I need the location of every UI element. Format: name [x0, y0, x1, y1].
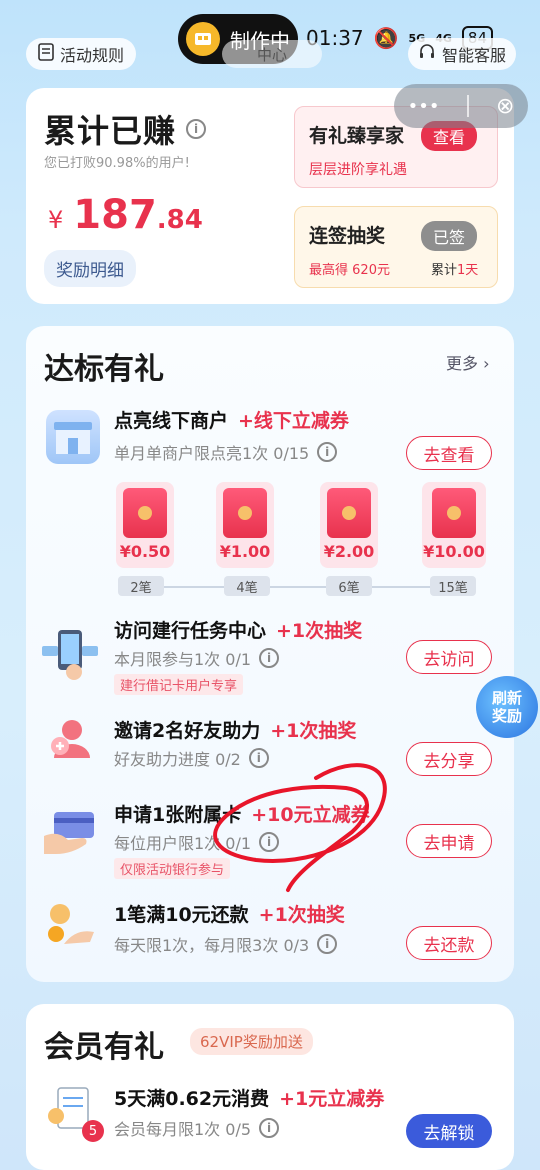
task-5-sub-text: 每天限1次，每月限3次 0/3: [114, 936, 310, 955]
info-icon[interactable]: i: [317, 442, 338, 462]
visit-button[interactable]: 去访问: [406, 640, 492, 674]
apply-button[interactable]: 去申请: [406, 824, 492, 858]
tasks-section-title: 达标有礼: [44, 352, 164, 387]
repay-button[interactable]: 去还款: [406, 926, 492, 960]
smart-service-label: 智能客服: [442, 46, 507, 65]
step-label: 4笔: [224, 576, 270, 596]
mute-icon: 🔕: [373, 26, 399, 50]
recorder-icon: [186, 22, 220, 56]
unlock-button[interactable]: 去解锁: [406, 1114, 492, 1148]
headset-icon: [418, 43, 436, 65]
miniprogram-capsule: ••• ⊗: [394, 84, 528, 128]
signed-button[interactable]: 已签: [421, 221, 478, 251]
lottery-total-days: 1天: [457, 263, 479, 278]
task-1-sub: 单月单商户限点亮1次 0/15 i: [114, 440, 338, 464]
center-tab[interactable]: 中心: [222, 40, 322, 68]
envelope-icon: [123, 488, 167, 538]
amount-decimal: .84: [156, 205, 203, 235]
info-icon[interactable]: i: [259, 1118, 280, 1138]
refresh-reward-button[interactable]: 刷新 奖励: [476, 676, 538, 738]
member-card: 会员有礼 62VIP奖励加送 5 5天满0.62元消费 +1元立减券 会员每月限…: [26, 1004, 514, 1170]
vip-bonus-tag: 62VIP奖励加送: [190, 1028, 313, 1055]
more-icon[interactable]: •••: [408, 96, 440, 117]
more-link[interactable]: 更多 ›: [446, 350, 490, 374]
amount-integer: 187: [73, 192, 157, 238]
store-icon: [46, 410, 100, 464]
envelope-value: ¥0.50: [119, 542, 171, 561]
progress-line: [118, 586, 464, 588]
lottery-total: 累计1天: [431, 259, 478, 278]
task-3-reward: +1次抽奖: [270, 720, 357, 742]
envelope-value: ¥10.00: [423, 542, 485, 561]
info-icon[interactable]: i: [259, 648, 280, 668]
task-2-tag: 建行借记卡用户专享: [114, 674, 244, 695]
member-task-reward: +1元立减券: [279, 1088, 385, 1110]
member-task-heading: 5天满0.62元消费 +1元立减券: [114, 1084, 384, 1111]
info-icon[interactable]: i: [317, 934, 338, 954]
red-envelope[interactable]: ¥1.00: [216, 482, 274, 568]
checkin-lottery-card[interactable]: 连签抽奖 已签 最高得 620元 累计1天: [294, 206, 498, 288]
task-5-reward: +1次抽奖: [258, 904, 345, 926]
lottery-total-label: 累计: [431, 263, 458, 278]
coin-hand-icon: [42, 900, 96, 954]
step-label: 2笔: [118, 576, 164, 596]
member-task-title: 5天满0.62元消费: [114, 1088, 270, 1110]
task-2-sub-text: 本月限参与1次 0/1: [114, 650, 252, 669]
member-task-sub: 会员每月限1次 0/5 i: [114, 1116, 280, 1140]
red-envelope[interactable]: ¥0.50: [116, 482, 174, 568]
step-label: 15笔: [430, 576, 476, 596]
phone-hand-icon: [40, 626, 98, 680]
red-envelope[interactable]: ¥2.00: [320, 482, 378, 568]
task-5-heading: 1笔满10元还款 +1次抽奖: [114, 900, 345, 927]
info-icon[interactable]: i: [186, 119, 207, 139]
view-button[interactable]: 去查看: [406, 436, 492, 470]
task-2-title: 访问建行任务中心: [114, 620, 267, 642]
task-5-title: 1笔满10元还款: [114, 904, 249, 926]
earned-title: 累计已赚: [44, 112, 177, 150]
add-friend-icon: [44, 714, 98, 768]
earned-amount: ¥ 187.84: [48, 192, 203, 238]
activity-rules-button[interactable]: 活动规则: [26, 38, 137, 70]
smart-service-button[interactable]: 智能客服: [408, 38, 517, 70]
document-icon: [38, 43, 54, 65]
red-envelope[interactable]: ¥10.00: [422, 482, 486, 568]
task-3-title: 邀请2名好友助力: [114, 720, 261, 742]
capsule-divider: [466, 95, 469, 117]
task-1-reward: +线下立减券: [238, 410, 349, 432]
activity-rules-label: 活动规则: [60, 46, 125, 65]
lottery-max-value: 620元: [352, 263, 390, 278]
envelope-icon: [432, 488, 476, 538]
envelope-icon: [327, 488, 371, 538]
vip-card-title: 有礼臻享家: [309, 125, 405, 147]
task-1-title: 点亮线下商户: [114, 410, 229, 432]
envelope-value: ¥1.00: [219, 542, 271, 561]
currency-symbol: ¥: [48, 206, 64, 234]
earned-subtitle: 您已打败90.98%的用户!: [44, 156, 190, 171]
annotation-circle: [213, 763, 387, 892]
task-2-reward: +1次抽奖: [276, 620, 363, 642]
refresh-label-line1: 刷新: [491, 689, 522, 707]
envelope-icon: [223, 488, 267, 538]
vip-card-subtitle: 层层进阶享礼遇: [309, 162, 407, 178]
task-3-heading: 邀请2名好友助力 +1次抽奖: [114, 716, 356, 743]
close-icon[interactable]: ⊗: [496, 94, 514, 119]
task-2-heading: 访问建行任务中心 +1次抽奖: [114, 616, 362, 643]
lottery-max-label: 最高得: [309, 263, 349, 278]
step-label: 6笔: [326, 576, 372, 596]
member-task-sub-text: 会员每月限1次 0/5: [114, 1120, 252, 1139]
reward-detail-button[interactable]: 奖励明细: [44, 250, 136, 287]
member-section-title: 会员有礼: [44, 1030, 164, 1065]
task-2-sub: 本月限参与1次 0/1 i: [114, 646, 280, 670]
lottery-max: 最高得 620元: [309, 259, 390, 278]
lottery-title: 连签抽奖: [309, 225, 386, 247]
refresh-label-line2: 奖励: [491, 707, 522, 725]
task-5-sub: 每天限1次，每月限3次 0/3 i: [114, 932, 338, 956]
card-hand-icon: [40, 806, 94, 860]
count-badge: 5: [82, 1120, 104, 1142]
task-1-sub-text: 单月单商户限点亮1次 0/15: [114, 444, 310, 463]
task-1-heading: 点亮线下商户 +线下立减券: [114, 406, 349, 433]
share-button[interactable]: 去分享: [406, 742, 492, 776]
refresh-label: 刷新 奖励: [492, 689, 522, 725]
envelope-value: ¥2.00: [323, 542, 375, 561]
